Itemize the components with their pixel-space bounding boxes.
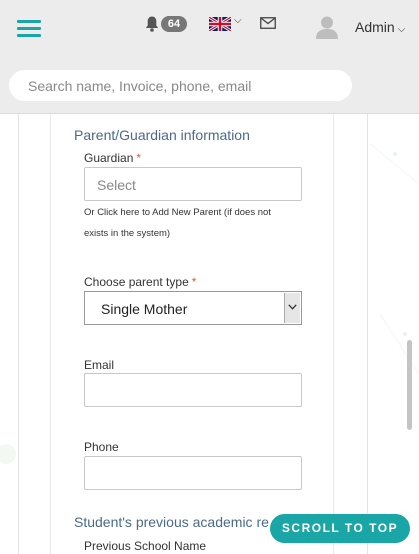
user-name: Admin — [355, 19, 395, 35]
add-new-parent-link-line-1: Or Click here to Add New Parent (if does… — [84, 207, 271, 218]
scroll-to-top-button[interactable]: SCROLL TO TOP — [270, 514, 410, 543]
top-bar: 64 ⌵ Admin ⌵ — [0, 0, 419, 114]
bell-icon — [145, 16, 159, 32]
user-avatar-icon[interactable] — [315, 15, 339, 39]
guardian-select[interactable]: Select — [84, 167, 302, 201]
previous-school-label: Previous School Name — [84, 539, 207, 553]
email-label: Email — [84, 358, 115, 372]
section-title-previous-academic: Student's previous academic re — [74, 514, 269, 530]
required-mark: * — [191, 275, 197, 289]
uk-flag-icon[interactable] — [209, 17, 231, 31]
guardian-label: Guardian * — [84, 151, 142, 165]
user-menu[interactable]: Admin ⌵ — [355, 19, 405, 35]
chevron-down-icon — [288, 304, 297, 310]
menu-icon[interactable] — [17, 18, 41, 38]
add-new-parent-link[interactable]: Or Click here to Add New Parent (if does… — [84, 202, 304, 244]
user-chevron-down-icon: ⌵ — [397, 24, 406, 35]
parent-type-selected-value: Single Mother — [101, 301, 188, 317]
email-field[interactable] — [84, 373, 302, 407]
section-title-parent-guardian: Parent/Guardian information — [74, 127, 250, 143]
phone-label: Phone — [84, 440, 119, 454]
required-mark: * — [136, 151, 142, 165]
mail-icon[interactable] — [260, 17, 276, 29]
search-input[interactable] — [9, 70, 352, 101]
add-new-parent-link-line-2: exists in the system) — [84, 228, 171, 239]
language-chevron-down-icon[interactable]: ⌵ — [234, 15, 242, 26]
select-dropdown-arrow[interactable] — [284, 293, 300, 323]
phone-field[interactable] — [84, 456, 302, 490]
guardian-select-placeholder: Select — [97, 177, 136, 193]
parent-type-label: Choose parent type * — [84, 275, 197, 289]
notifications-button[interactable]: 64 — [145, 15, 189, 33]
parent-type-select[interactable]: Single Mother — [84, 291, 302, 325]
notification-count-badge: 64 — [161, 16, 187, 32]
scrollbar-thumb[interactable] — [407, 340, 412, 430]
